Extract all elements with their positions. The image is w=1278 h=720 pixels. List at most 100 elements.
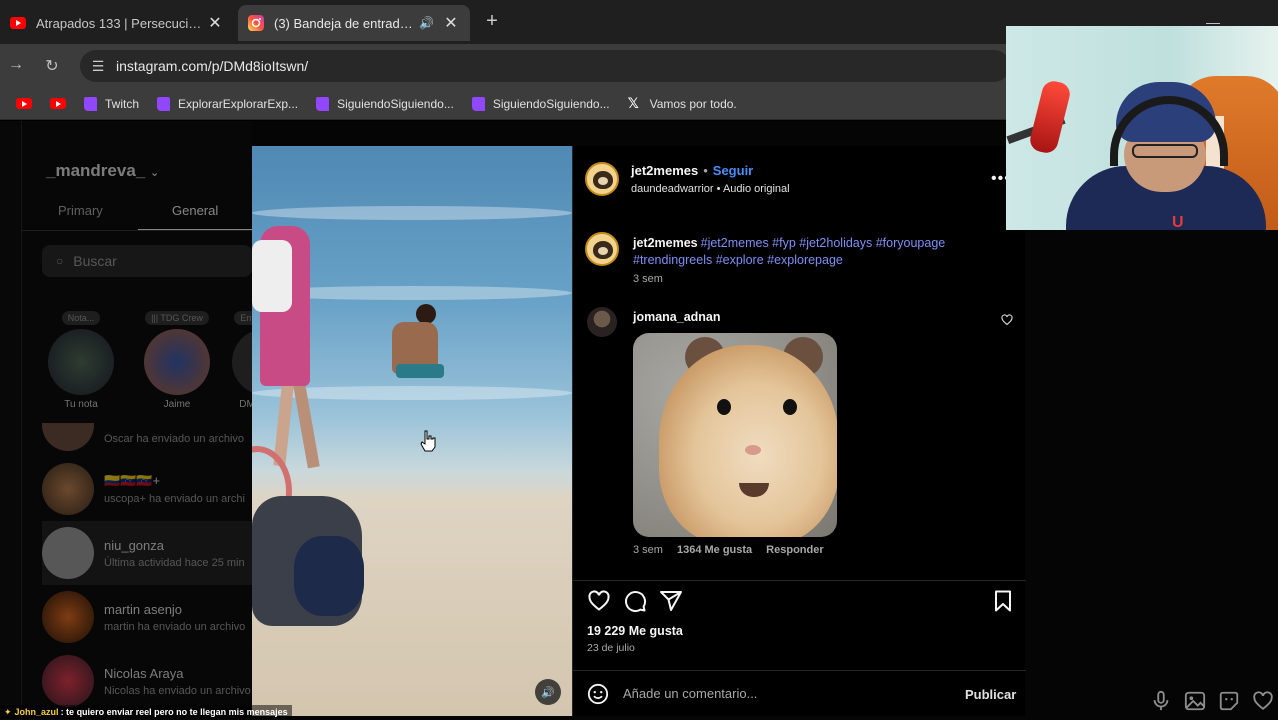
chat-username: John_azul	[14, 707, 59, 717]
note-bubble: Nota...	[61, 311, 101, 325]
caption-avatar[interactable]	[585, 232, 619, 266]
bookmark-label: ExplorarExplorarExp...	[178, 96, 299, 111]
conversation-list: Oscar ha enviado un archivo 🇨🇴🇻🇪🇻🇪+ uscop…	[42, 417, 272, 713]
reply-button[interactable]: Responder	[766, 544, 823, 556]
bookmark-label: SiguiendoSiguiendo...	[492, 96, 610, 111]
publish-button[interactable]: Publicar	[965, 687, 1016, 702]
audio-line[interactable]: daundeadwarrior • Audio original	[631, 183, 790, 195]
comment-time: 3 sem	[633, 544, 663, 556]
notes-row: Nota... Tu nota ||| TDG Crew Jaime Enf D…	[46, 311, 262, 411]
figure	[396, 364, 444, 378]
reload-icon[interactable]: ↻	[42, 56, 62, 76]
webcam-shape	[1027, 78, 1073, 156]
bookmark-youtube-2[interactable]	[50, 98, 66, 109]
commenter-username[interactable]: jomana_adnan	[633, 310, 721, 324]
conversation-name: Nicolas Araya	[104, 665, 184, 681]
bookmark-twitch[interactable]: Twitch	[84, 96, 140, 111]
story-tu-nota[interactable]: Nota... Tu nota	[46, 311, 116, 410]
comment-composer: Publicar	[573, 670, 1026, 716]
post-likes[interactable]: 19 229 Me gusta	[587, 624, 683, 638]
post-video[interactable]: 🔊	[252, 146, 572, 716]
hand-cursor-icon	[420, 430, 436, 452]
tab-instagram[interactable]: (3) Bandeja de entrada • Ch 🔊 ✕	[238, 5, 470, 41]
conversation-nicolas[interactable]: Nicolas Araya Nicolas ha enviado un archi…	[42, 649, 272, 713]
sticker-shape	[783, 399, 797, 415]
audio-user: daundeadwarrior	[631, 183, 714, 195]
bookmark-save-icon[interactable]	[991, 589, 1015, 613]
dm-composer-icons	[1150, 690, 1274, 712]
bookmark-explorar[interactable]: ExplorarExplorarExp...	[157, 96, 299, 111]
hamster-sticker	[633, 333, 837, 537]
follow-button[interactable]: Seguir	[713, 163, 753, 178]
separator-dot: •	[716, 183, 721, 195]
conversation-martin[interactable]: martin asenjo martin ha enviado un archiv…	[42, 585, 272, 649]
site-settings-icon[interactable]: ☰	[88, 58, 108, 75]
avatar	[48, 329, 114, 395]
sticker-icon[interactable]	[1218, 690, 1240, 712]
post-date: 23 de julio	[587, 642, 635, 654]
author-avatar[interactable]	[585, 162, 619, 196]
tab-atrapados[interactable]: Atrapados 133 | Persecuciones y ✕	[0, 7, 234, 39]
url-text: instagram.com/p/DMd8ioItswn/	[116, 58, 309, 74]
avatar	[42, 655, 94, 707]
author-username[interactable]: jet2memes	[631, 163, 698, 178]
caption-username[interactable]: jet2memes	[633, 236, 698, 250]
heart-icon[interactable]	[1001, 314, 1013, 329]
avatar	[42, 591, 94, 643]
jersey-logo: U	[1172, 214, 1184, 230]
conversation-name: 🇨🇴🇻🇪🇻🇪+	[104, 473, 161, 488]
bookmark-siguiendo-2[interactable]: SiguiendoSiguiendo...	[471, 96, 610, 111]
twitch-icon	[84, 96, 97, 111]
bookmark-youtube-1[interactable]	[16, 98, 32, 109]
conversation-uscopa[interactable]: 🇨🇴🇻🇪🇻🇪+ uscopa+ ha enviado un archi	[42, 457, 272, 521]
speaker-icon[interactable]: 🔊	[419, 16, 434, 30]
comment-likes[interactable]: 1364 Me gusta	[677, 544, 752, 556]
sticker-shape	[717, 399, 731, 415]
conversation-preview: Última actividad hace 25 min	[104, 556, 245, 569]
figure	[294, 536, 364, 616]
close-tab-icon[interactable]: ✕	[442, 13, 460, 33]
twitch-icon	[471, 96, 485, 111]
avatar-face	[593, 171, 613, 189]
commenter-avatar[interactable]	[587, 307, 617, 337]
youtube-icon	[16, 98, 32, 109]
instagram-icon	[248, 15, 264, 31]
image-icon[interactable]	[1184, 690, 1206, 712]
dm-username[interactable]: _mandreva_ ⌄	[46, 161, 159, 181]
conversation-niu-gonza[interactable]: niu_gonza Última actividad hace 25 min	[42, 521, 272, 585]
story-jaime[interactable]: ||| TDG Crew Jaime	[142, 311, 212, 410]
url-field[interactable]: ☰ instagram.com/p/DMd8ioItswn/	[80, 50, 1010, 82]
forward-icon[interactable]: →	[6, 56, 26, 74]
tab-primary[interactable]: Primary	[58, 203, 103, 218]
avatar	[42, 527, 94, 579]
bookmark-label: Vamos por todo.	[649, 96, 737, 111]
search-placeholder: Buscar	[73, 253, 117, 269]
volume-icon[interactable]: 🔊	[535, 679, 561, 705]
conversation-preview: Nicolas ha enviado un archivo	[104, 684, 251, 697]
tab-general[interactable]: General	[137, 203, 255, 230]
webcam-shape	[1132, 144, 1198, 158]
comment-bubble-icon[interactable]	[623, 589, 647, 613]
microphone-icon[interactable]	[1150, 690, 1172, 712]
conversation-name: niu_gonza	[104, 537, 164, 553]
new-tab-button[interactable]: +	[482, 10, 502, 33]
heart-icon[interactable]	[1252, 690, 1274, 712]
comment-input[interactable]	[623, 686, 943, 701]
chat-text: : te quiero enviar reel pero no te llega…	[60, 707, 288, 717]
like-heart-icon[interactable]	[587, 589, 611, 613]
bookmark-x[interactable]: 𝕏 Vamos por todo.	[628, 95, 737, 112]
emoji-icon[interactable]	[587, 683, 609, 705]
dm-tabs: Primary General	[22, 203, 255, 231]
youtube-icon	[10, 15, 26, 31]
conversation-oscar[interactable]: Oscar ha enviado un archivo	[42, 417, 272, 457]
caption-time: 3 sem	[633, 273, 663, 285]
wave	[252, 206, 572, 220]
story-name: Jaime	[163, 399, 191, 410]
sticker-shape	[659, 345, 837, 537]
bookmark-label: Twitch	[105, 96, 140, 111]
share-send-icon[interactable]	[659, 589, 683, 613]
bookmark-siguiendo-1[interactable]: SiguiendoSiguiendo...	[316, 96, 454, 111]
dm-search-input[interactable]: ○ Buscar	[42, 245, 252, 277]
tab-title: (3) Bandeja de entrada • Ch	[274, 15, 419, 31]
close-tab-icon[interactable]: ✕	[206, 13, 224, 33]
